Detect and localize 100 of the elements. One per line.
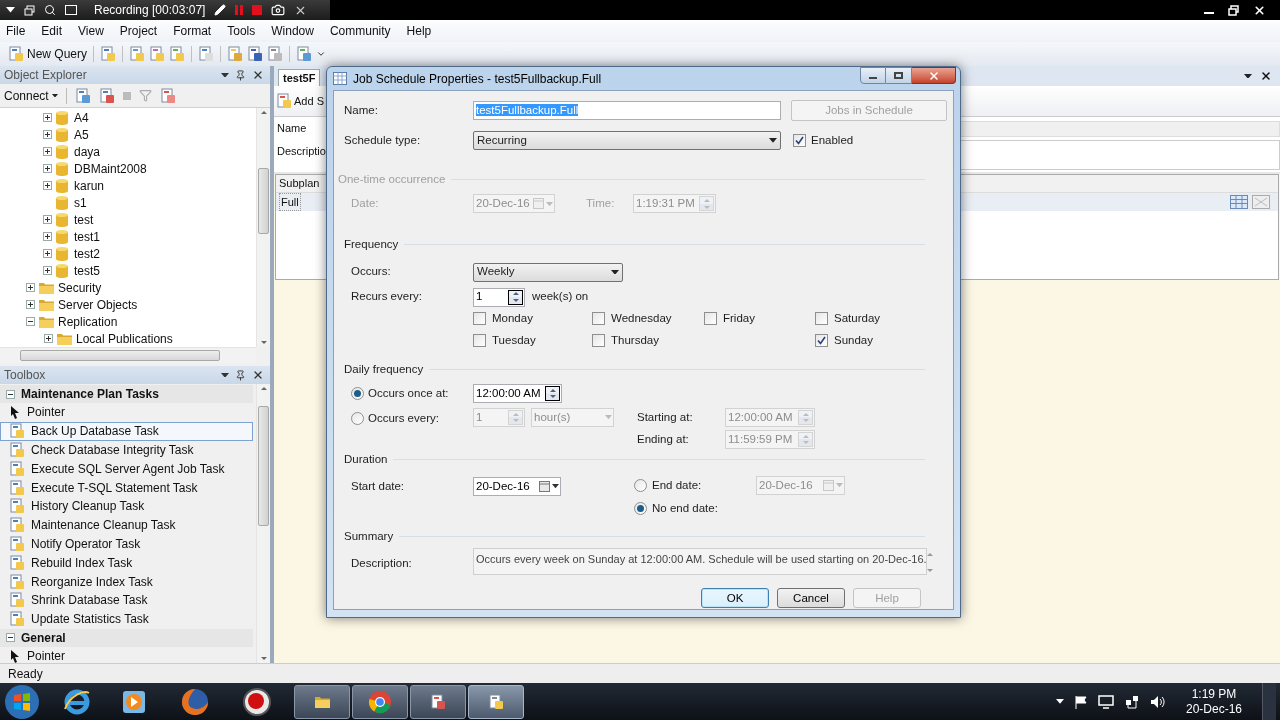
expand-icon[interactable]: [26, 300, 35, 309]
toolbox-item[interactable]: Notify Operator Task: [0, 534, 253, 554]
expand-icon[interactable]: [43, 130, 52, 139]
task-icon[interactable]: [9, 535, 25, 552]
document-icon[interactable]: [100, 46, 117, 62]
expand-icon[interactable]: [44, 334, 53, 343]
radio-button[interactable]: [634, 479, 647, 492]
close-icon[interactable]: [252, 69, 264, 81]
vertical-scrollbar[interactable]: [256, 384, 270, 663]
collapse-icon[interactable]: [6, 633, 15, 643]
menu-item[interactable]: View: [78, 22, 104, 40]
dialog-button[interactable]: OK: [701, 588, 769, 609]
toolbox-item[interactable]: Check Database Integrity Task: [0, 440, 253, 460]
checkbox[interactable]: [793, 134, 806, 147]
toolbox-item[interactable]: Pointer: [0, 646, 253, 666]
document-icon[interactable]: [198, 46, 215, 62]
toolbox-item[interactable]: Rebuild Index Task: [0, 553, 253, 573]
task-icon[interactable]: [9, 573, 25, 590]
toolbox-item[interactable]: Shrink Database Task: [0, 590, 253, 610]
task-icon[interactable]: [9, 592, 25, 609]
camera-icon[interactable]: [271, 3, 286, 17]
taskbar-button[interactable]: [294, 684, 350, 719]
radio-button[interactable]: [351, 411, 364, 425]
menu-item[interactable]: File: [6, 22, 26, 40]
task-icon[interactable]: [9, 423, 25, 440]
toolbox-item[interactable]: Update Statistics Task: [0, 609, 253, 629]
menu-item[interactable]: Window: [271, 22, 314, 40]
close-button[interactable]: [1253, 3, 1266, 17]
tree-item[interactable]: test5: [74, 261, 100, 280]
task-icon[interactable]: [9, 554, 25, 571]
expand-icon[interactable]: [26, 283, 35, 292]
pin-icon[interactable]: [235, 69, 246, 81]
collapse-icon[interactable]: [6, 389, 15, 399]
dropdown-icon[interactable]: [221, 72, 229, 78]
expand-icon[interactable]: [43, 164, 52, 173]
toolbox-item[interactable]: History Cleanup Task: [0, 497, 253, 516]
tree-item[interactable]: test2: [74, 244, 100, 263]
scroll-up-icon[interactable]: [260, 387, 267, 390]
menu-item[interactable]: Project: [119, 22, 158, 40]
monitor-icon[interactable]: [1097, 694, 1114, 709]
checkbox[interactable]: [704, 312, 717, 325]
toolbox-item[interactable]: Maintenance Cleanup Task: [0, 515, 253, 535]
checkbox[interactable]: [592, 312, 605, 325]
expand-icon[interactable]: [43, 266, 52, 275]
dialog-button[interactable]: Cancel: [777, 588, 845, 609]
toolbox-item[interactable]: Pointer: [0, 403, 253, 422]
menu-item[interactable]: Tools: [227, 22, 256, 40]
close-icon[interactable]: [252, 369, 264, 381]
menu-item[interactable]: Help: [406, 22, 432, 40]
taskbar-button[interactable]: [410, 684, 466, 719]
menu-item[interactable]: Format: [173, 22, 212, 40]
toolbox-item[interactable]: Back Up Database Task: [0, 421, 253, 441]
dropdown-icon[interactable]: [221, 372, 229, 378]
browser-icon[interactable]: [180, 686, 210, 717]
expand-icon[interactable]: [43, 215, 52, 224]
expand-icon[interactable]: [43, 147, 52, 156]
recurs-every-field[interactable]: 1: [473, 287, 525, 307]
checkbox[interactable]: [815, 312, 828, 325]
tree-item[interactable]: A4: [74, 108, 89, 127]
task-icon[interactable]: [9, 479, 25, 496]
app-icon[interactable]: [430, 693, 446, 710]
scroll-down-icon[interactable]: [260, 341, 267, 344]
task-icon[interactable]: [9, 498, 25, 515]
new-query-button[interactable]: New Query: [8, 45, 88, 63]
time-field[interactable]: 12:00:00 AM: [473, 383, 562, 403]
minimize-button[interactable]: [860, 67, 886, 84]
toolbox-item[interactable]: Reorganize Index Task: [0, 572, 253, 591]
toolbox-item[interactable]: Execute SQL Server Agent Job Task: [0, 459, 253, 479]
expand-icon[interactable]: [43, 181, 52, 190]
task-icon[interactable]: [9, 611, 25, 628]
tree-item[interactable]: karun: [74, 176, 105, 195]
tree-item[interactable]: daya: [74, 142, 101, 161]
tree-item[interactable]: Server Objects: [58, 295, 138, 314]
pencil-icon[interactable]: [214, 4, 227, 16]
expand-icon[interactable]: [43, 249, 52, 258]
network-icon[interactable]: [1123, 694, 1140, 709]
tree-item[interactable]: Replication: [58, 312, 118, 331]
tree-item[interactable]: A5: [74, 125, 89, 144]
tree-item[interactable]: Local Publications: [76, 329, 173, 348]
checkbox[interactable]: [473, 334, 486, 347]
document-tab[interactable]: test5F: [278, 69, 321, 86]
volume-icon[interactable]: [1149, 694, 1166, 709]
grid-icon[interactable]: [1230, 195, 1248, 209]
tree-item[interactable]: s1: [74, 193, 87, 212]
date-field[interactable]: 20-Dec-16: [473, 477, 561, 496]
task-icon[interactable]: [9, 460, 25, 477]
vertical-scrollbar[interactable]: [256, 108, 270, 347]
task-icon[interactable]: [9, 517, 25, 534]
add-subplan-button[interactable]: Add S: [294, 92, 324, 110]
schedule-type-select[interactable]: Recurring: [473, 131, 781, 150]
collapse-icon[interactable]: [26, 317, 35, 326]
scrollbar-thumb[interactable]: [258, 168, 269, 234]
expand-icon[interactable]: [43, 113, 52, 122]
start-button[interactable]: [4, 683, 40, 720]
stop-icon[interactable]: [252, 5, 263, 15]
taskbar-button[interactable]: [468, 684, 524, 719]
taskbar-button[interactable]: [352, 684, 408, 719]
toolbox-item[interactable]: Execute T-SQL Statement Task: [0, 478, 253, 497]
region-icon[interactable]: [65, 5, 77, 15]
occurs-select[interactable]: Weekly: [473, 262, 623, 282]
